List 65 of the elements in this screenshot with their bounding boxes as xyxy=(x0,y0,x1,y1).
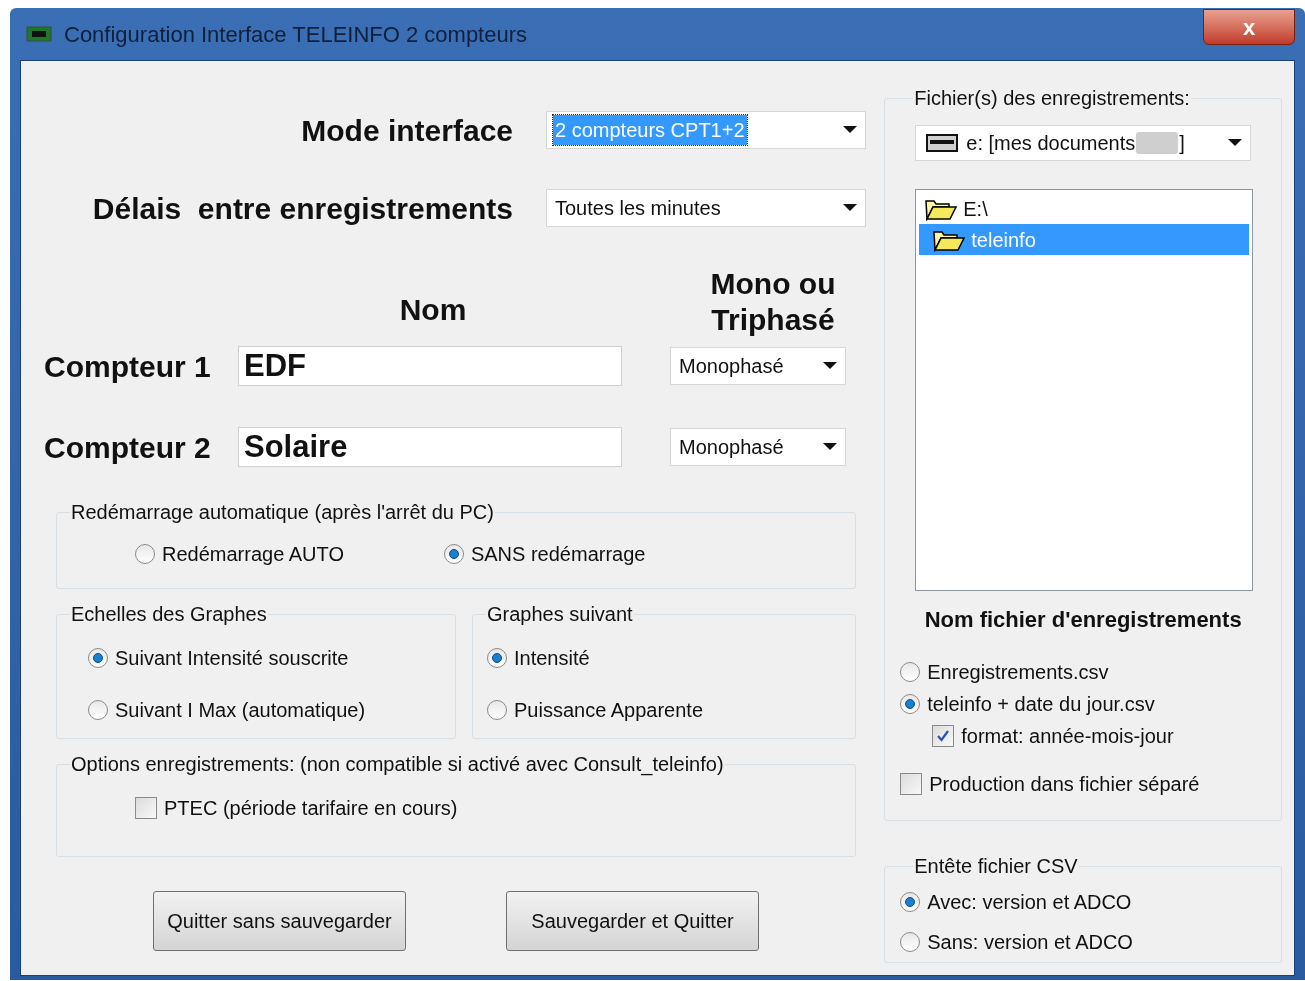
checkbox-label: format: année-mois-jour xyxy=(961,724,1174,749)
checkbox-label: Production dans fichier séparé xyxy=(929,772,1200,797)
group-title: Redémarrage automatique (après l'arrêt du PC) xyxy=(70,500,495,525)
drive-dropdown[interactable]: e: [mes documents ] xyxy=(915,125,1252,161)
dropdown-value: Toutes les minutes xyxy=(554,196,722,221)
radio-button[interactable] xyxy=(88,700,108,720)
drive-label: e: [mes documents xyxy=(966,131,1136,156)
radio-label: Sans: version et ADCO xyxy=(927,930,1133,955)
folder-item[interactable]: E:\ xyxy=(919,193,1250,224)
field-label: Délais entre enregistrements xyxy=(91,190,513,227)
radio-label: teleinfo + date du jour.csv xyxy=(927,692,1155,717)
dropdown[interactable]: Monophasé xyxy=(670,347,846,385)
column-header: Nom xyxy=(398,292,468,328)
name-input[interactable]: Solaire xyxy=(238,427,622,467)
blurred-redaction xyxy=(1136,132,1179,154)
dropdown-caret-icon xyxy=(843,126,857,134)
radio-label: SANS redémarrage xyxy=(470,542,646,567)
radio-label: Avec: version et ADCO xyxy=(927,890,1132,915)
dropdown-value: 2 compteurs CPT1+2 xyxy=(553,115,747,145)
group-title: Fichier(s) des enregistrements: xyxy=(913,86,1191,111)
checkbox[interactable] xyxy=(900,773,923,795)
dropdown-value: Monophasé xyxy=(678,435,785,460)
radio-button[interactable] xyxy=(900,892,921,912)
dropdown[interactable]: Monophasé xyxy=(670,428,846,466)
radio-button[interactable] xyxy=(900,932,921,952)
dropdown-caret-icon xyxy=(1228,139,1243,147)
radio-label: Puissance Apparente xyxy=(514,698,704,723)
radio-button[interactable] xyxy=(900,694,921,714)
dropdown[interactable]: Toutes les minutes xyxy=(546,189,866,227)
dropdown-caret-icon xyxy=(823,362,837,370)
group-title: Echelles des Graphes xyxy=(70,602,268,627)
name-input[interactable]: EDF xyxy=(238,346,622,386)
drive-icon xyxy=(926,134,959,152)
checkbox-label: PTEC (période tarifaire en cours) xyxy=(164,796,458,821)
check-icon xyxy=(936,729,951,743)
dropdown-caret-icon xyxy=(843,204,857,212)
radio-button[interactable] xyxy=(443,544,464,564)
column-header: Mono ou Triphasé xyxy=(709,266,837,338)
radio-label: Intensité xyxy=(514,646,590,671)
checkbox[interactable] xyxy=(135,797,157,819)
group-title: Entête fichier CSV xyxy=(913,854,1079,879)
counter-label: Compteur 1 xyxy=(43,348,212,385)
radio-label: Suivant I Max (automatique) xyxy=(115,698,366,723)
dropdown-caret-icon xyxy=(823,443,837,451)
field-label: Mode interface xyxy=(300,112,513,149)
group-title: Graphes suivant xyxy=(486,602,634,627)
radio-label: Enregistrements.csv xyxy=(927,660,1109,685)
radio-label: Redémarrage AUTO xyxy=(162,542,344,567)
radio-label: Suivant Intensité souscrite xyxy=(115,646,349,671)
app-icon xyxy=(26,25,52,43)
dialog-button[interactable]: Sauvegarder et Quitter xyxy=(506,891,759,951)
radio-button[interactable] xyxy=(487,648,507,668)
section-heading: Nom fichier d'enregistrements xyxy=(923,606,1243,634)
radio-button[interactable] xyxy=(135,544,155,564)
counter-label: Compteur 2 xyxy=(43,429,212,466)
dropdown-value: Monophasé xyxy=(678,354,785,379)
checkbox[interactable] xyxy=(932,725,955,747)
drive-label: ] xyxy=(1179,131,1185,156)
radio-button[interactable] xyxy=(88,648,108,668)
group-title: Options enregistrements: (non compatible si activé avec Consult_teleinfo) xyxy=(70,752,725,778)
radio-button[interactable] xyxy=(900,662,921,682)
window-title: Configuration Interface TELEINFO 2 compteurs xyxy=(64,20,528,49)
close-button[interactable]: x xyxy=(1203,9,1295,45)
dialog-button[interactable]: Quitter sans sauvegarder xyxy=(153,891,406,951)
radio-button[interactable] xyxy=(487,700,507,720)
